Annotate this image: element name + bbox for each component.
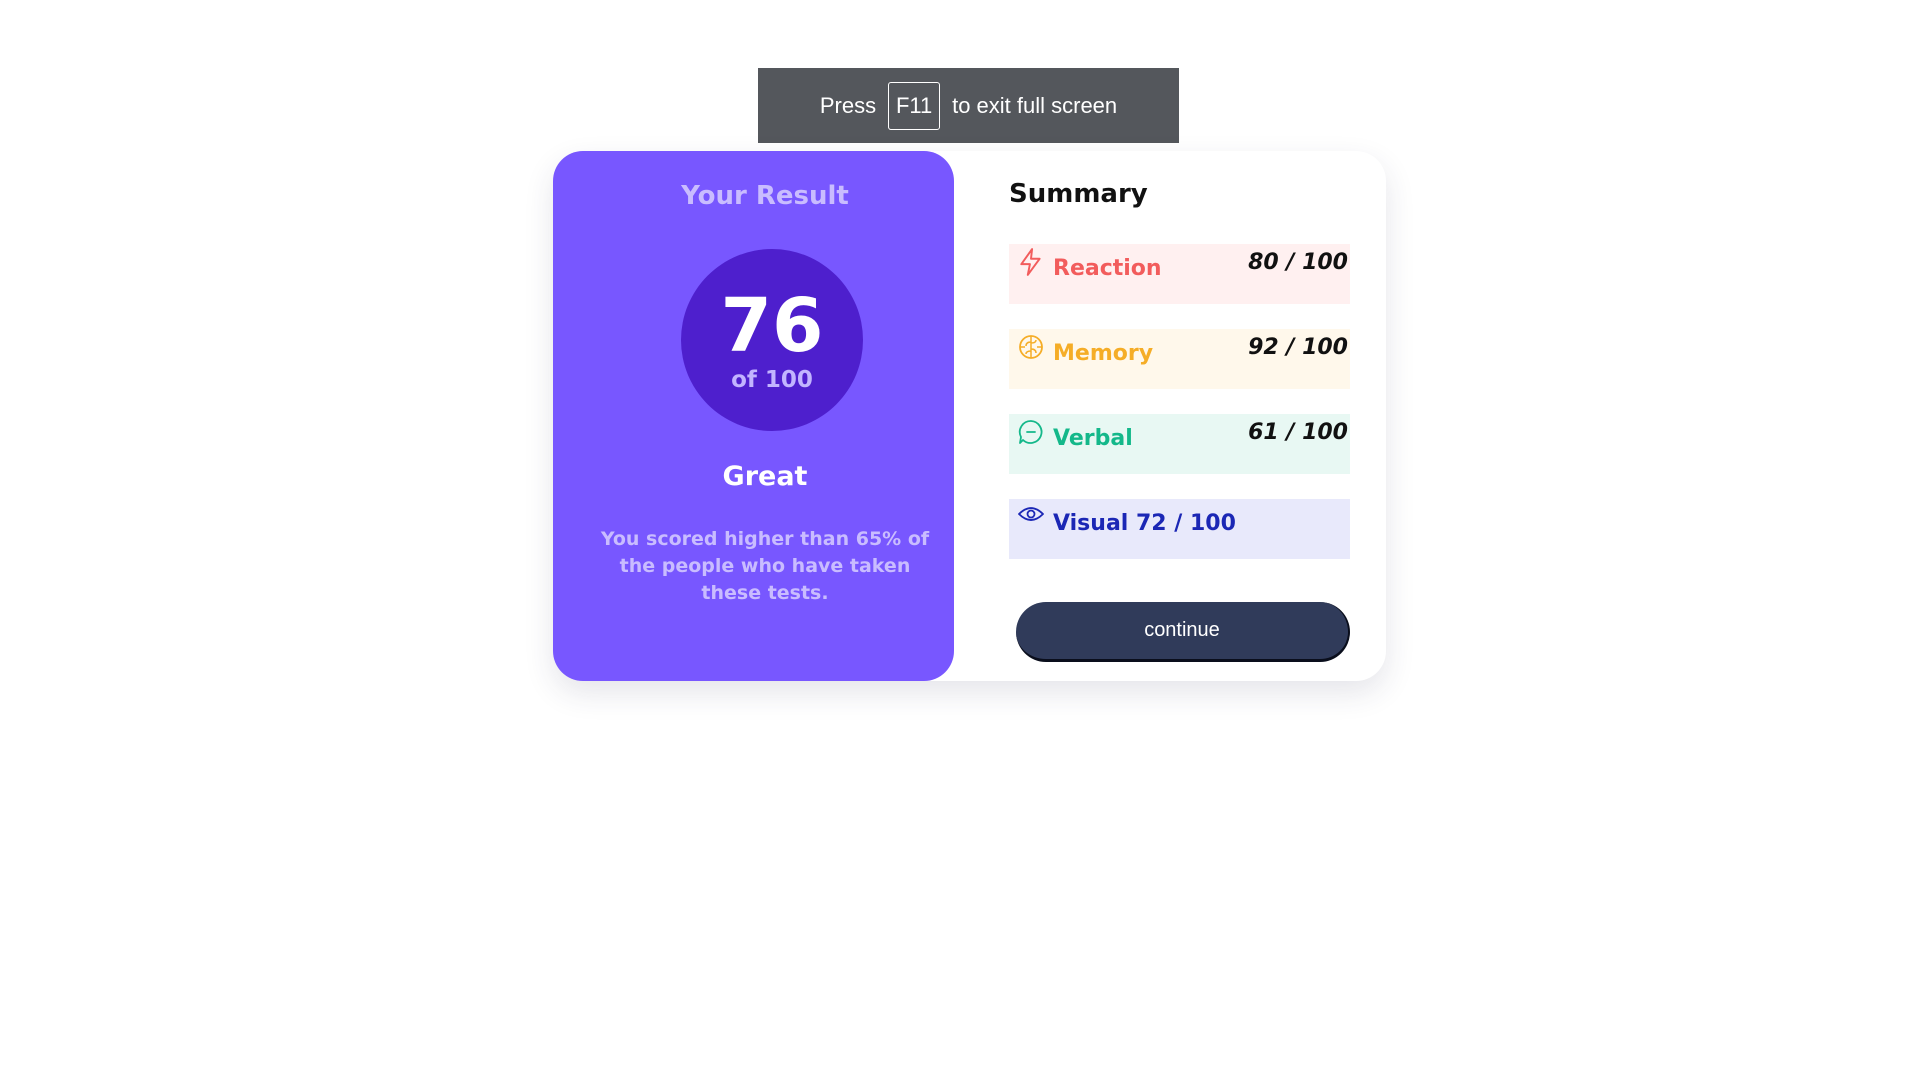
summary-item-score: 72 / 100: [1136, 511, 1236, 536]
eye-icon: [1018, 507, 1044, 521]
lightning-icon: [1020, 248, 1041, 276]
result-description: You scored higher than 65% of the people…: [600, 528, 930, 604]
result-title: Your Result: [681, 181, 849, 211]
fullscreen-exit-notice: Press F11 to exit full screen: [758, 68, 1179, 143]
summary-title: Summary: [1009, 179, 1148, 209]
rating-label: Great: [722, 461, 808, 492]
summary-item-score: 61 / 100: [1248, 420, 1348, 445]
notice-prefix: Press: [819, 92, 877, 118]
notice-suffix: to exit full screen: [952, 92, 1118, 118]
summary-item-name: Visual: [1053, 511, 1129, 536]
summary-item-name: Memory: [1053, 341, 1154, 366]
continue-button[interactable]: continue: [1016, 602, 1350, 662]
f11-key: F11: [888, 81, 941, 130]
score-out-of: of 100: [731, 367, 813, 393]
brain-icon: [1019, 335, 1043, 359]
summary-item-visual: Visual 72 / 100: [1009, 499, 1350, 559]
summary-item-name: Verbal: [1053, 426, 1133, 451]
summary-item-score: 80 / 100: [1248, 250, 1348, 275]
summary-item-name-score: Visual 72 / 100: [1053, 511, 1236, 536]
results-card: Your Result 76 of 100 Great You scored h…: [553, 151, 1386, 681]
summary-item-name: Reaction: [1053, 256, 1162, 281]
summary-item-score: 92 / 100: [1248, 335, 1348, 360]
score-circle: 76 of 100: [681, 249, 863, 431]
summary-item-verbal: Verbal 61 / 100: [1009, 414, 1350, 474]
summary-item-memory: Memory 92 / 100: [1009, 329, 1350, 389]
result-panel: Your Result 76 of 100 Great You scored h…: [553, 151, 954, 681]
summary-item-reaction: Reaction 80 / 100: [1009, 244, 1350, 304]
score-value: 76: [720, 283, 824, 369]
speech-bubble-icon: [1018, 420, 1043, 444]
